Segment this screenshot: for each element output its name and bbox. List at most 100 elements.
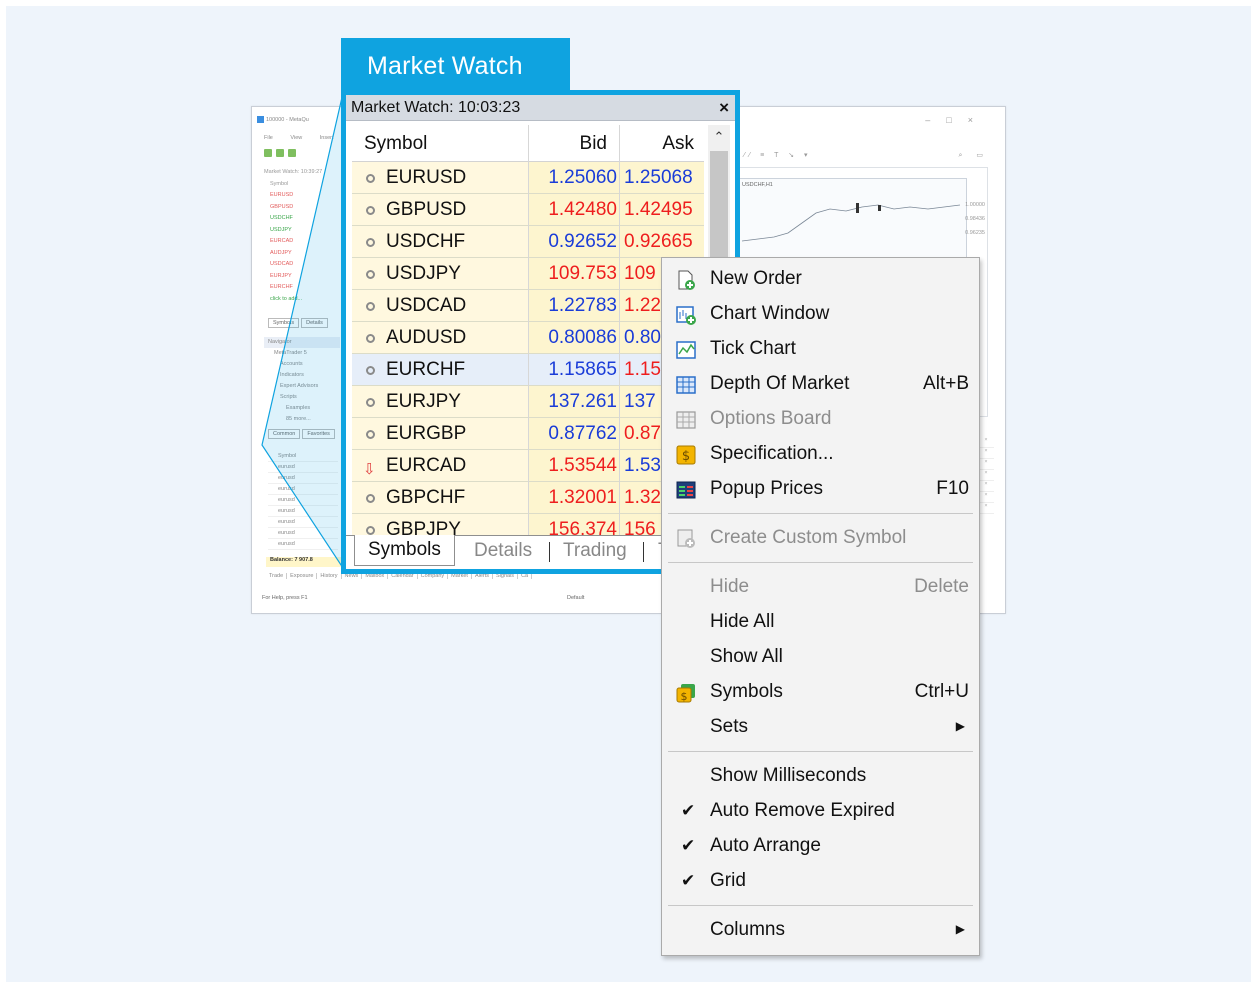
bg-trade-row[interactable]: eurusd [268,528,338,539]
menu-item-shortcut: F10 [936,478,969,499]
menu-item-chart-window[interactable]: Chart Window [662,296,979,331]
menu-item-label: Symbols [710,681,783,702]
bg-menu-file[interactable]: File [264,135,273,141]
bg-nav-title: Navigator [264,337,340,348]
bg-right-column: × × × × × × × [978,437,994,587]
column-header-symbol[interactable]: Symbol [364,125,427,162]
bg-window-controls[interactable]: –□× [925,115,989,125]
tab-symbols[interactable]: Symbols [354,535,455,566]
bg-nav-item[interactable]: Accounts [264,359,340,370]
tab-details[interactable]: Details [474,536,532,566]
ask-price: 1.53 [624,455,661,476]
bg-trade-row[interactable]: eurusd [268,517,338,528]
bg-menu-insert[interactable]: Insert [320,135,334,141]
bg-trade-row[interactable]: eurusd [268,506,338,517]
menu-item-symbols[interactable]: $ Symbols Ctrl+U [662,674,979,709]
menu-item-hide[interactable]: Hide Delete [662,569,979,604]
bg-trade-row[interactable]: eurusd [268,462,338,473]
bg-mini-row: USDCAD [270,261,294,267]
toolbar-icon[interactable] [264,149,272,157]
bg-right-cell: × [978,437,994,448]
market-watch-title: Market Watch: 10:03:23 [351,99,521,116]
tab-trading[interactable]: Trading [563,536,627,566]
search-icon[interactable]: ⌕ ▭ [959,151,989,160]
bg-mini-tab[interactable]: Details [301,318,328,328]
bg-chart-toolbar: / ⁄⁄ ≡ T ↘ ▾ [732,152,812,159]
toolbar-icon[interactable] [276,149,284,157]
menu-item-options-board[interactable]: Options Board [662,401,979,436]
symbol-name: EURJPY [386,391,461,412]
bg-nav-item[interactable]: Indicators [264,370,340,381]
menu-item-depth-of-market[interactable]: Depth Of Market Alt+B [662,366,979,401]
tab-separator [643,542,644,562]
bid-price: 0.80086 [548,327,617,348]
bg-trade-row[interactable]: eurusd [268,484,338,495]
bg-menu-view[interactable]: View [290,135,302,141]
close-icon[interactable]: × [719,95,729,121]
bg-nav-item[interactable]: MetaTrader 5 [264,348,340,359]
symbol-name: USDCAD [386,295,467,316]
menu-item-hide-all[interactable]: Hide All [662,604,979,639]
bid-price: 109.753 [548,263,617,284]
bg-right-cell: × [978,481,994,492]
ask-price: 1.32 [624,487,661,508]
scroll-thumb[interactable] [710,151,728,271]
menu-item-label: New Order [710,268,802,289]
column-header-ask[interactable]: Ask [662,125,694,162]
toolbar-icon[interactable] [288,149,296,157]
ask-price: 0.80 [624,327,661,348]
symbol-status-icon [366,206,375,215]
column-header-bid[interactable]: Bid [580,125,607,162]
bg-bottom-tab[interactable]: Exposure [287,573,318,579]
bg-trade-row[interactable]: eurusd [268,473,338,484]
tab-separator [549,542,550,562]
menu-item-new-order[interactable]: New Order [662,261,979,296]
bg-bottom-tab[interactable]: History [317,573,342,579]
bg-mini-row: EURJPY [270,272,292,279]
menu-item-grid[interactable]: ✔ Grid [662,863,979,898]
bg-trade-row[interactable]: eurusd [268,539,338,550]
bg-window-title: 100000 - MetaQu [266,117,309,123]
bg-nav-item[interactable]: Scripts [264,392,340,403]
menu-item-shortcut: Delete [914,576,969,597]
symbol-status-icon [366,270,375,279]
menu-item-label: Columns [710,919,785,940]
menu-item-sets[interactable]: Sets ▶ [662,709,979,744]
options-board-icon [675,408,697,430]
menu-item-tick-chart[interactable]: Tick Chart [662,331,979,366]
bg-mini-row: EURCHF [270,284,293,290]
menu-item-popup-prices[interactable]: Popup Prices F10 [662,471,979,506]
menu-separator [668,562,973,563]
menu-item-label: Chart Window [710,303,830,324]
bg-bottom-tab[interactable]: Trade [266,573,288,579]
bid-price: 1.42480 [548,199,617,220]
menu-item-auto-arrange[interactable]: ✔ Auto Arrange [662,828,979,863]
menu-item-create-custom-symbol[interactable]: Create Custom Symbol [662,520,979,555]
scroll-up-icon[interactable]: ⌃ [708,125,730,149]
bg-nav-tab[interactable]: Favorites [302,429,335,439]
menu-item-show-milliseconds[interactable]: Show Milliseconds [662,758,979,793]
menu-item-auto-remove-expired[interactable]: ✔ Auto Remove Expired [662,793,979,828]
bid-price: 1.22783 [548,295,617,316]
bg-mini-tab[interactable]: Symbols [268,318,300,328]
bg-mini-row: USDJPY [270,226,292,233]
bg-trade-row[interactable]: eurusd [268,495,338,506]
ask-price: 0.87 [624,423,661,444]
menu-item-label: Grid [710,870,746,891]
symbol-name: USDCHF [386,231,466,252]
menu-item-columns[interactable]: Columns ▶ [662,912,979,947]
menu-item-specification[interactable]: $ Specification... [662,436,979,471]
bg-nav-item[interactable]: Expert Advisors [264,381,340,392]
bg-mini-tabs: Symbols Details [268,318,330,332]
bg-nav-tab[interactable]: Common [268,429,301,439]
chart-window-icon [675,303,697,325]
menu-item-label: Create Custom Symbol [710,527,907,548]
bg-nav-item[interactable]: 85 more... [264,414,340,425]
menu-item-show-all[interactable]: Show All [662,639,979,674]
menu-separator [668,751,973,752]
symbol-status-icon [366,366,375,375]
bg-toolbar [264,149,344,161]
bid-price: 0.92652 [548,231,617,252]
bg-mini-row: USDCHF [270,215,293,221]
bg-nav-item[interactable]: Examples [264,403,340,414]
